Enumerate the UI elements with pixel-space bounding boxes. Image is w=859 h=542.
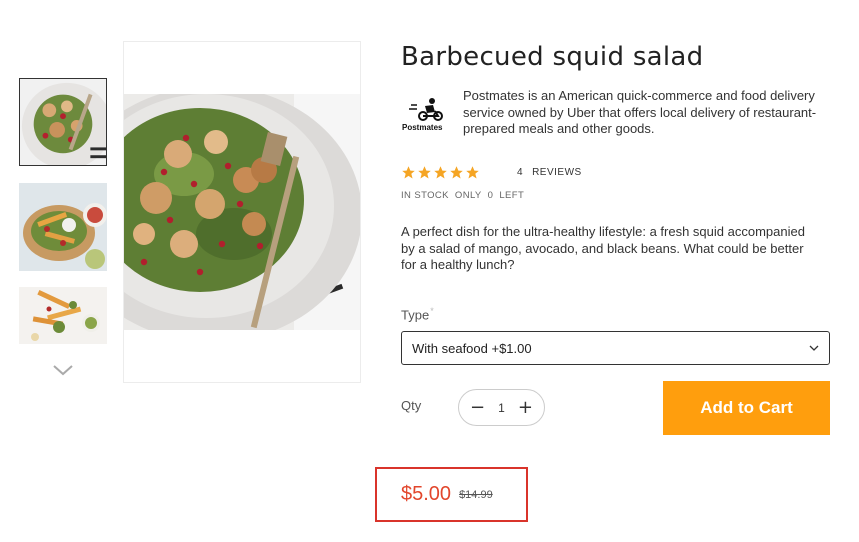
review-count: 4 [517,167,524,178]
star-icon [402,166,415,179]
star-icon [418,166,431,179]
stock-left-label: LEFT [499,190,525,201]
thumbnail-image [19,183,107,271]
thumbnail-salad-fries[interactable] [19,287,107,344]
star-icon [466,166,479,179]
stock-count: 0 [487,190,494,201]
quantity-stepper[interactable]: − 1 + [458,389,545,426]
variant-label: Type* [401,306,434,322]
reviews-link[interactable]: 4 REVIEWS [517,167,582,178]
quantity-label: Qty [401,398,422,413]
vendor-description: Postmates is an American quick-commerce … [463,88,817,136]
stock-status: IN STOCK ONLY 0 LEFT [401,190,530,201]
reviews-label: REVIEWS [532,167,582,178]
thumbnail-salad-board[interactable] [19,183,107,271]
star-icon [434,166,447,179]
thumbnails-scroll-down-chevron-icon[interactable] [52,362,74,378]
add-to-cart-button[interactable]: Add to Cart [663,381,830,435]
sale-price: $5.00 [401,483,452,505]
required-mark: * [430,306,434,316]
chevron-down-icon [809,345,819,351]
compare-at-price: $14.99 [459,488,493,501]
price-box: $5.00 $14.99 [375,467,528,522]
variant-select[interactable]: With seafood +$1.00 [401,331,830,365]
star-icon [450,166,463,179]
thumbnail-image [19,287,107,344]
main-product-image-frame [123,41,361,383]
main-product-image[interactable] [124,94,360,330]
product-description: A perfect dish for the ultra-healthy lif… [401,224,805,272]
product-title: Barbecued squid salad [401,42,704,72]
delivery-scooter-icon [409,98,443,121]
quantity-increase-button[interactable]: + [518,398,533,417]
quantity-value[interactable]: 1 [498,401,505,415]
variant-selected-value: With seafood +$1.00 [412,340,532,356]
quantity-decrease-button[interactable]: − [470,398,485,417]
stock-status-label: IN STOCK [401,190,449,201]
vendor-name: Postmates [402,123,443,132]
stock-only-label: ONLY [454,190,482,201]
rating-stars[interactable] [401,165,480,180]
thumbnail-image [20,79,106,165]
variant-label-text: Type [401,307,430,323]
salad-photo [124,94,360,330]
thumbnail-salad-plate[interactable] [19,78,107,166]
